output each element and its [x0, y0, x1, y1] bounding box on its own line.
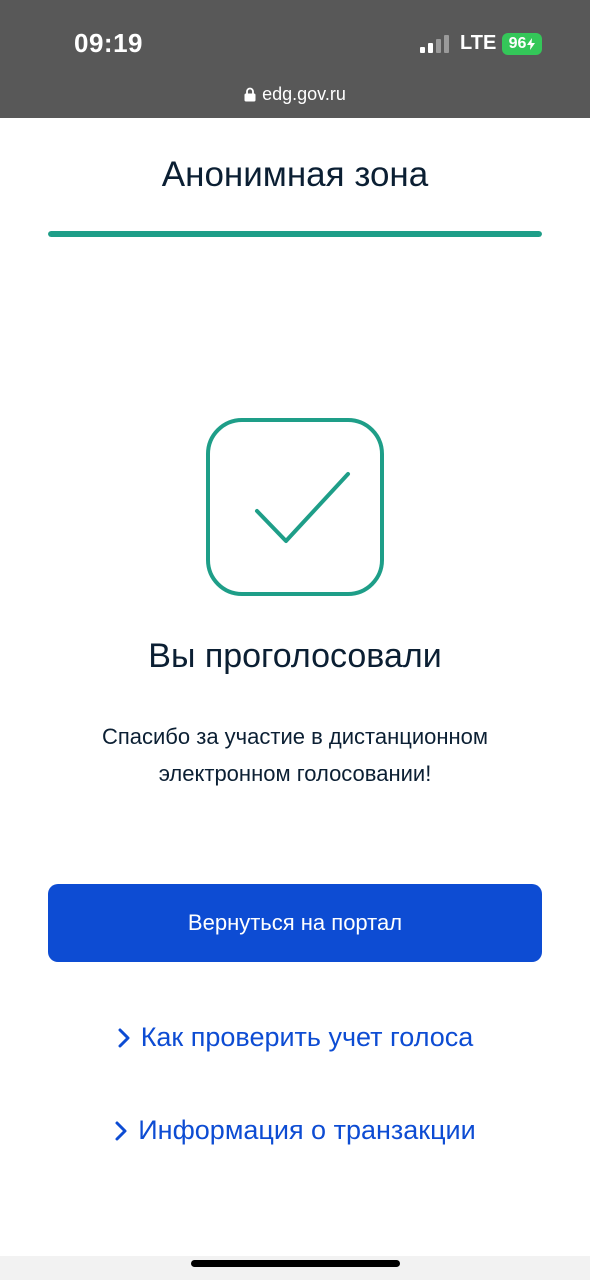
- progress-bar: [48, 231, 542, 237]
- network-type: LTE: [460, 32, 497, 54]
- url-text: edg.gov.ru: [262, 83, 346, 104]
- chevron-right-icon: [115, 1121, 127, 1140]
- address-bar[interactable]: edg.gov.ru: [0, 82, 590, 106]
- home-indicator[interactable]: [191, 1260, 400, 1267]
- how-to-verify-vote-label: Как проверить учет голоса: [140, 1022, 474, 1052]
- result-title: Вы проголосовали: [148, 637, 442, 675]
- battery-level: 96: [508, 35, 527, 52]
- battery-indicator: 96: [502, 33, 542, 55]
- chevron-right-icon: [118, 1028, 130, 1047]
- lock-icon: [244, 87, 256, 101]
- check-icon: [206, 418, 384, 596]
- transaction-info-label: Информация о транзакции: [138, 1115, 476, 1145]
- how-to-verify-vote-link[interactable]: Как проверить учет голоса: [0, 1022, 590, 1053]
- status-time: 09:19: [74, 28, 143, 58]
- result-message: Спасибо за участие в дистанционном элект…: [101, 724, 489, 786]
- signal-bars-icon: [420, 35, 449, 53]
- transaction-info-link[interactable]: Информация о транзакции: [0, 1115, 590, 1146]
- bolt-icon: [527, 38, 536, 50]
- progress-fill: [48, 231, 542, 237]
- return-to-portal-button[interactable]: Вернуться на портал: [48, 884, 542, 962]
- browser-top-bar: 09:19 LTE 96 edg.gov.ru: [0, 0, 590, 118]
- page-title: Анонимная зона: [161, 155, 429, 194]
